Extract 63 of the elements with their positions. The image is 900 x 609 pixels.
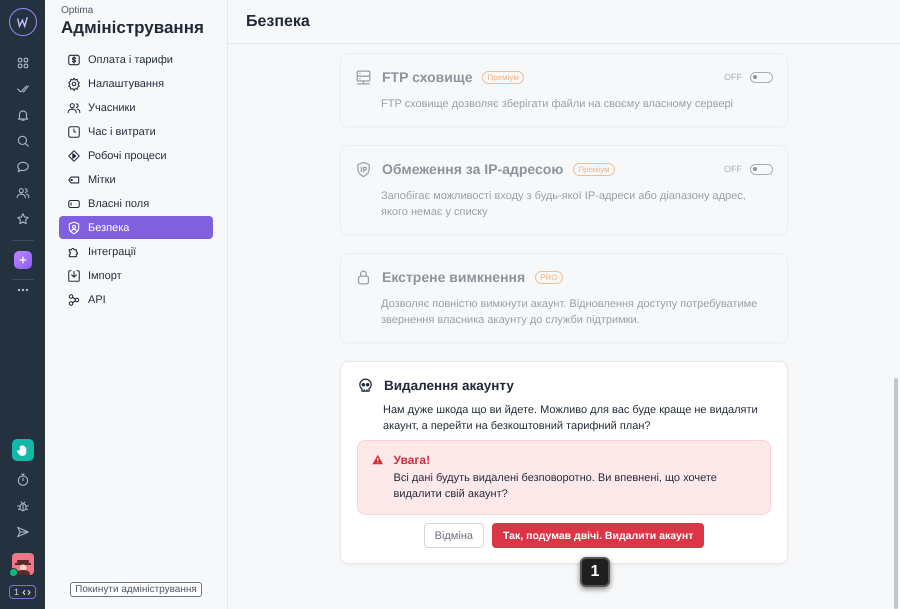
- plus-icon: [18, 255, 28, 265]
- logo-icon[interactable]: [8, 8, 36, 36]
- sidebar-item[interactable]: Власні поля: [59, 192, 213, 215]
- sidebar-title: Адміністрування: [61, 18, 205, 38]
- sidebar-item[interactable]: Учасники: [59, 96, 213, 119]
- api-icon: [67, 292, 81, 306]
- add-button[interactable]: [14, 251, 32, 269]
- dollar-icon: [67, 52, 81, 66]
- toggle-state: OFF: [724, 164, 742, 174]
- feature-title: Екстрене вимкнення: [382, 269, 526, 285]
- delete-account-button[interactable]: Так, подумав двічі. Видалити акаунт: [492, 523, 704, 548]
- warning-icon: [372, 453, 384, 466]
- skull-icon: [357, 376, 374, 394]
- sidebar-item[interactable]: Інтеграції: [59, 240, 213, 263]
- plan-badge: Преміум: [573, 162, 615, 176]
- feature-description: FTP сховище дозволяє зберігати файли на своєму власному сервері: [381, 97, 734, 112]
- plan-badge: PRO: [535, 270, 563, 284]
- avatar[interactable]: [12, 553, 34, 575]
- send-icon: [16, 525, 30, 539]
- feature-title: FTP сховище: [382, 69, 472, 85]
- scrollbar[interactable]: [894, 378, 898, 609]
- more-icon[interactable]: [16, 288, 28, 292]
- clock-icon: [67, 124, 81, 138]
- stopwatch-icon: [16, 473, 30, 487]
- bug-icon: [16, 499, 30, 513]
- sidebar-item[interactable]: Імпорт: [59, 264, 213, 287]
- version-badge[interactable]: 1: [8, 585, 36, 599]
- card-text: Нам дуже шкода що ви йдете. Можливо для вас буде краще не видаляти акаунт, а перейти на безкоштовний тарифний план?: [383, 403, 759, 434]
- sidebar-item[interactable]: API: [59, 288, 213, 311]
- cancel-button[interactable]: Відміна: [424, 523, 484, 548]
- server-icon: [355, 68, 372, 86]
- ip-shield-icon: [355, 160, 372, 178]
- shield-user-icon: [67, 220, 81, 234]
- sidebar-item[interactable]: Час і витрати: [59, 120, 213, 143]
- leave-admin-button[interactable]: Покинути адміністрування: [70, 582, 202, 597]
- step-marker: 1: [580, 557, 610, 587]
- users-icon: [67, 100, 81, 114]
- hand-icon: [16, 444, 29, 456]
- import-icon: [67, 268, 81, 282]
- star-icon: [16, 212, 30, 226]
- sidebar-item[interactable]: Робочі процеси: [59, 144, 213, 167]
- grid-icon: [16, 56, 30, 70]
- feature-description: Запобігає можливості входу з будь-якої IP-адреси або діапазону адрес, якого немає у списку: [381, 189, 747, 220]
- sidebar-item[interactable]: Мітки: [59, 168, 213, 191]
- users-icon: [16, 186, 30, 200]
- hand-button[interactable]: [12, 439, 34, 461]
- sidebar-item[interactable]: Оплата і тарифи: [59, 48, 213, 71]
- workflow-icon: [67, 148, 81, 162]
- gear-icon: [67, 76, 81, 90]
- bell-icon: [16, 108, 30, 122]
- card-title: Видалення акаунту: [384, 378, 514, 392]
- lock-icon: [355, 268, 372, 286]
- sidebar-item[interactable]: Безпека: [59, 216, 213, 239]
- feature-description: Дозволяє повністю вимкнути акаунт. Відновлення доступу потребуватиме звернення власника акаунту до служби підтримки.: [381, 297, 758, 328]
- alert-text: Всі дані будуть видалені безповоротно. Ви впевнені, що хочете видалити свій акаунт?: [394, 471, 718, 502]
- chat-icon: [16, 160, 30, 174]
- organization-name: Optima: [61, 5, 94, 16]
- feature-title: Обмеження за IP-адресою: [382, 161, 564, 177]
- plan-badge: Преміум: [482, 70, 524, 84]
- search-icon: [16, 134, 30, 148]
- toggle-state: OFF: [724, 72, 742, 82]
- sidebar-item[interactable]: Налаштування: [59, 72, 213, 95]
- alert-title: Увага!: [394, 453, 432, 467]
